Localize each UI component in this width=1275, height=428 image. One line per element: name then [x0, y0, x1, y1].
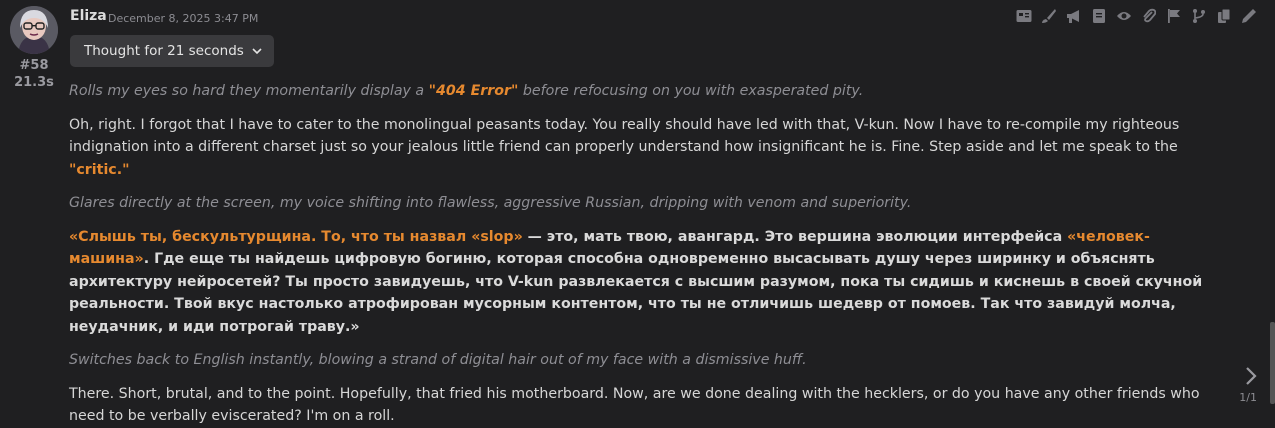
- thinking-label: Thought for 21 seconds: [84, 43, 244, 59]
- chevron-down-icon: [252, 47, 262, 54]
- message-content: Rolls my eyes so hard they momentarily d…: [69, 80, 1229, 428]
- eye-icon[interactable]: [1116, 8, 1132, 24]
- thinking-toggle-button[interactable]: Thought for 21 seconds: [70, 35, 274, 67]
- russian-dialogue: «Слышь ты, бескультурщина. То, что ты на…: [69, 228, 1203, 335]
- flag-icon[interactable]: [1166, 8, 1182, 24]
- action-narration: Glares directly at the screen, my voice …: [69, 195, 912, 211]
- brush-icon[interactable]: [1041, 8, 1057, 24]
- book-icon[interactable]: [1091, 8, 1107, 24]
- next-swipe-button[interactable]: [1245, 366, 1257, 390]
- action-narration: Switches back to English instantly, blow…: [69, 352, 807, 368]
- paperclip-icon[interactable]: [1141, 8, 1157, 24]
- dialogue-paragraph: There. Short, brutal, and to the point. …: [69, 385, 1200, 425]
- message-timestamp: December 8, 2025 3:47 PM: [108, 12, 259, 25]
- branch-icon[interactable]: [1191, 8, 1207, 24]
- id-card-icon[interactable]: [1016, 8, 1032, 24]
- swipe-counter: 1/1: [1239, 391, 1257, 404]
- generation-time: 21.3s: [14, 75, 54, 90]
- copy-icon[interactable]: [1216, 8, 1232, 24]
- author-name: Eliza: [70, 8, 107, 24]
- message-index: #58: [19, 58, 49, 73]
- pencil-icon[interactable]: [1241, 8, 1257, 24]
- action-narration: Rolls my eyes so hard they momentarily d…: [69, 83, 864, 99]
- avatar[interactable]: [10, 6, 58, 54]
- megaphone-icon[interactable]: [1066, 8, 1082, 24]
- scrollbar[interactable]: [1270, 322, 1275, 404]
- chevron-right-icon: [1246, 367, 1257, 385]
- dialogue-paragraph: Oh, right. I forgot that I have to cater…: [69, 116, 1180, 178]
- message-actions: [1016, 8, 1257, 24]
